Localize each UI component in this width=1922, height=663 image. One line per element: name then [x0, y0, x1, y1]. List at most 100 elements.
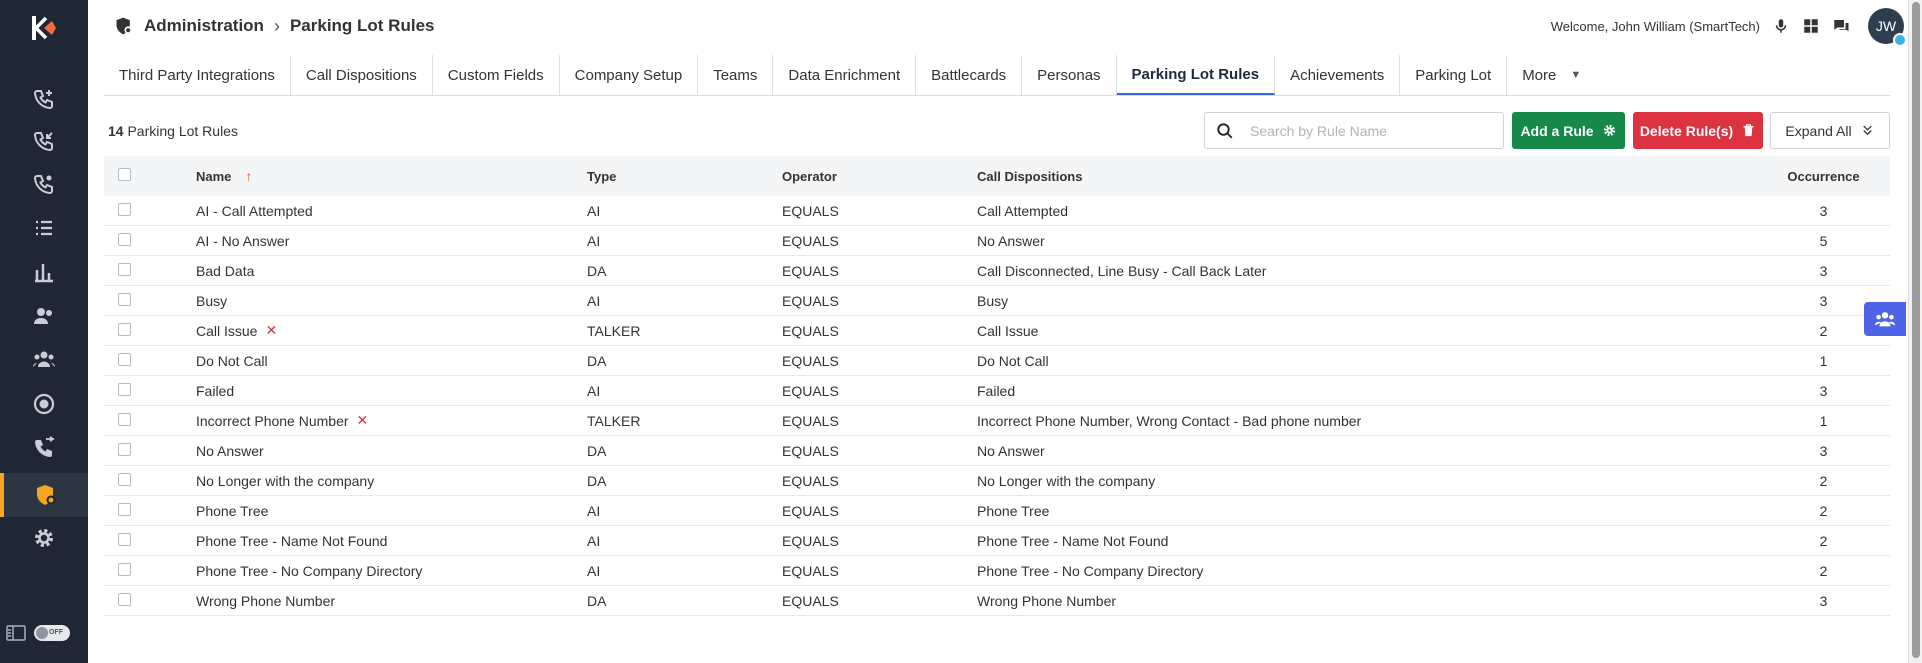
nav-phone-group[interactable] — [0, 162, 88, 206]
sidebar-toggle[interactable]: OFF — [34, 625, 70, 641]
row-checkbox[interactable] — [118, 412, 131, 426]
column-occurrence[interactable]: Occurrence — [1757, 169, 1890, 184]
vertical-scrollbar[interactable] — [1908, 0, 1922, 663]
tab-call-dispositions[interactable]: Call Dispositions — [291, 55, 433, 95]
tab-achievements[interactable]: Achievements — [1275, 55, 1401, 95]
nav-phone-plus[interactable] — [0, 77, 88, 121]
tab-label: Teams — [713, 66, 758, 84]
rule-name[interactable]: Phone Tree - Name Not Found — [196, 533, 387, 549]
row-checkbox[interactable] — [118, 292, 131, 306]
rule-name[interactable]: Incorrect Phone Number — [196, 413, 349, 429]
tab-teams[interactable]: Teams — [698, 55, 774, 95]
expand-all-button[interactable]: Expand All — [1770, 112, 1890, 149]
tab-third-party-integrations[interactable]: Third Party Integrations — [104, 55, 291, 95]
nav-reports[interactable] — [0, 250, 88, 294]
nav-phone-incoming[interactable] — [0, 119, 88, 163]
nav-list[interactable] — [0, 206, 88, 250]
nav-settings[interactable] — [0, 516, 88, 560]
rule-name[interactable]: No Longer with the company — [196, 473, 374, 489]
row-checkbox[interactable] — [118, 382, 131, 396]
tab-more[interactable]: More ▼ — [1507, 55, 1596, 95]
row-checkbox[interactable] — [118, 442, 131, 456]
tab-company-setup[interactable]: Company Setup — [560, 55, 699, 95]
table-row[interactable]: AI - No Answer AI EQUALS No Answer 5 — [104, 226, 1890, 256]
row-checkbox[interactable] — [118, 592, 131, 606]
tab-label: Battlecards — [931, 66, 1007, 84]
tab-parking-lot[interactable]: Parking Lot — [1400, 55, 1508, 95]
row-checkbox[interactable] — [118, 352, 131, 366]
row-checkbox[interactable] — [118, 322, 131, 336]
microphone-icon[interactable] — [1772, 17, 1790, 35]
table-row[interactable]: No Answer DA EQUALS No Answer 3 — [104, 436, 1890, 466]
apps-grid-icon[interactable] — [1802, 17, 1820, 35]
nav-phone-forward[interactable] — [0, 426, 88, 470]
scrollbar-thumb[interactable] — [1912, 2, 1920, 658]
rule-name[interactable]: Bad Data — [196, 263, 254, 279]
rule-name[interactable]: AI - No Answer — [196, 233, 289, 249]
rule-name[interactable]: Phone Tree - No Company Directory — [196, 563, 422, 579]
table-row[interactable]: AI - Call Attempted AI EQUALS Call Attempte… — [104, 196, 1890, 226]
nav-team[interactable] — [0, 338, 88, 382]
column-name[interactable]: Name ↑ — [196, 168, 587, 184]
rule-name[interactable]: Wrong Phone Number — [196, 593, 335, 609]
table-row[interactable]: No Longer with the company DA EQUALS No Lon… — [104, 466, 1890, 496]
tab-custom-fields[interactable]: Custom Fields — [433, 55, 560, 95]
table-row[interactable]: Incorrect Phone Number ✕ TALKER EQUALS Incor… — [104, 406, 1890, 436]
phone-incoming-icon — [33, 132, 53, 152]
logo[interactable] — [26, 10, 62, 46]
rule-type: AI — [587, 232, 601, 249]
tab-battlecards[interactable]: Battlecards — [916, 55, 1023, 95]
nav-users[interactable] — [0, 294, 88, 338]
table-row[interactable]: Call Issue ✕ TALKER EQUALS Call Issue 2 — [104, 316, 1890, 346]
close-icon[interactable]: ✕ — [357, 412, 369, 429]
tab-parking-lot-rules[interactable]: Parking Lot Rules — [1116, 55, 1276, 95]
table-row[interactable]: Failed AI EQUALS Failed 3 — [104, 376, 1890, 406]
rule-name[interactable]: Phone Tree — [196, 503, 268, 519]
rule-name[interactable]: Call Issue — [196, 323, 257, 339]
select-all-checkbox[interactable] — [118, 168, 131, 181]
table-row[interactable]: Phone Tree - Name Not Found AI EQUALS Phone… — [104, 526, 1890, 556]
table-row[interactable]: Bad Data DA EQUALS Call Disconnected, Line … — [104, 256, 1890, 286]
rule-type: TALKER — [587, 322, 641, 339]
rule-name[interactable]: Busy — [196, 293, 227, 309]
row-checkbox[interactable] — [118, 202, 131, 216]
table-row[interactable]: Wrong Phone Number DA EQUALS Wrong Phone Nu… — [104, 586, 1890, 616]
table-row[interactable]: Phone Tree AI EQUALS Phone Tree 2 — [104, 496, 1890, 526]
rule-type: AI — [587, 532, 601, 549]
tab-data-enrichment[interactable]: Data Enrichment — [773, 55, 917, 95]
rule-operator: EQUALS — [782, 322, 839, 339]
breadcrumb-section[interactable]: Administration — [144, 16, 264, 36]
rule-name[interactable]: Failed — [196, 383, 234, 399]
rule-name[interactable]: Do Not Call — [196, 353, 268, 369]
column-type[interactable]: Type — [587, 169, 782, 184]
row-checkbox[interactable] — [118, 262, 131, 276]
row-checkbox[interactable] — [118, 232, 131, 246]
rule-name[interactable]: AI - Call Attempted — [196, 203, 313, 219]
add-rule-button[interactable]: Add a Rule — [1512, 112, 1625, 149]
chat-icon[interactable] — [1832, 17, 1850, 35]
nav-target[interactable] — [0, 382, 88, 426]
nav-administration[interactable] — [0, 473, 88, 517]
column-operator[interactable]: Operator — [782, 169, 977, 184]
column-call-dispositions[interactable]: Call Dispositions — [977, 169, 1757, 184]
tab-label: Achievements — [1290, 66, 1385, 84]
delete-rules-button[interactable]: Delete Rule(s) — [1633, 112, 1763, 149]
table-row[interactable]: Busy AI EQUALS Busy 3 — [104, 286, 1890, 316]
rule-occurrence: 3 — [1819, 382, 1828, 399]
sidebar-footer: OFF — [6, 621, 82, 645]
row-checkbox[interactable] — [118, 472, 131, 486]
tab-personas[interactable]: Personas — [1022, 55, 1117, 95]
tab-label: Company Setup — [574, 66, 683, 84]
row-checkbox[interactable] — [118, 562, 131, 576]
table-row[interactable]: Do Not Call DA EQUALS Do Not Call 1 — [104, 346, 1890, 376]
avatar[interactable]: JW — [1868, 8, 1907, 47]
row-checkbox[interactable] — [118, 532, 131, 546]
row-checkbox[interactable] — [118, 502, 131, 516]
rule-operator: EQUALS — [782, 232, 839, 249]
floating-team-button[interactable] — [1864, 302, 1906, 336]
sidebar-layout-icon[interactable] — [6, 625, 26, 641]
rule-name[interactable]: No Answer — [196, 443, 264, 459]
table-row[interactable]: Phone Tree - No Company Directory AI EQUAL… — [104, 556, 1890, 586]
close-icon[interactable]: ✕ — [265, 322, 277, 339]
search-input[interactable] — [1250, 122, 1490, 139]
